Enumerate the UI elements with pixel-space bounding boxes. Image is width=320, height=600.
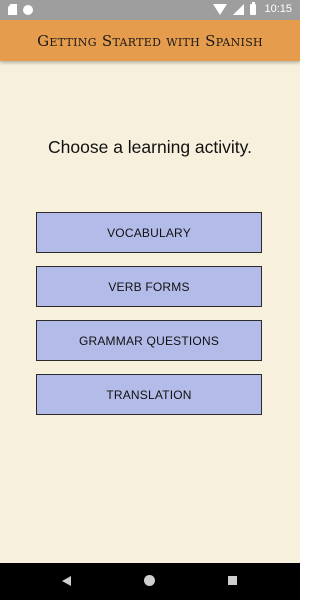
app-screen: 10:15 Getting Started with Spanish Choos…	[0, 0, 300, 600]
verb-forms-button[interactable]: VERB FORMS	[36, 266, 262, 307]
recents-icon[interactable]	[228, 576, 237, 585]
sd-card-icon	[8, 4, 17, 15]
wifi-icon	[213, 3, 228, 15]
translation-button[interactable]: TRANSLATION	[36, 374, 262, 415]
signal-icon	[233, 3, 245, 15]
app-bar: Getting Started with Spanish	[0, 20, 300, 61]
circle-notification-icon	[23, 4, 33, 15]
status-right-icons: 10:15	[213, 1, 292, 15]
back-icon[interactable]	[62, 576, 71, 586]
grammar-questions-button[interactable]: GRAMMAR QUESTIONS	[36, 320, 262, 361]
status-time: 10:15	[264, 3, 292, 15]
status-left-icons	[8, 4, 33, 15]
home-icon[interactable]	[144, 575, 155, 586]
navigation-bar	[0, 563, 300, 600]
activity-heading: Choose a learning activity.	[48, 137, 252, 157]
app-title: Getting Started with Spanish	[37, 31, 263, 50]
vocabulary-button[interactable]: VOCABULARY	[36, 212, 262, 253]
status-bar: 10:15	[0, 0, 300, 20]
battery-icon	[250, 1, 257, 15]
